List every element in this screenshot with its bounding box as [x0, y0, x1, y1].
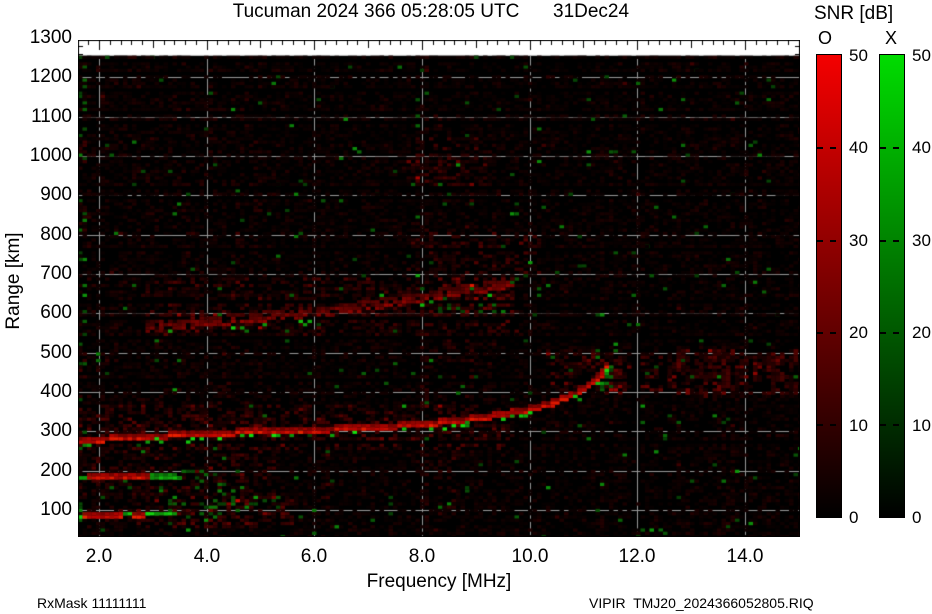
- ionogram-screen: Tucuman 2024 366 05:28:05 UTC 31Dec24 SN…: [0, 0, 932, 614]
- colorbar-x: [879, 54, 905, 518]
- colorbar-tick-mark: [880, 424, 904, 426]
- y-tick-label: 1200: [8, 66, 72, 88]
- colorbar-tick-mark: [817, 147, 841, 149]
- colorbar-tick-mark: [817, 240, 841, 242]
- y-tick-label: 1100: [8, 106, 72, 128]
- y-tick-label: 200: [8, 460, 72, 482]
- page-title: Tucuman 2024 366 05:28:05 UTC: [233, 1, 520, 23]
- ionogram-plot-canvas: [78, 40, 800, 537]
- colorbar-tick-mark: [880, 147, 904, 149]
- y-tick-label: 400: [8, 381, 72, 403]
- y-tick-label: 300: [8, 420, 72, 442]
- colorbar-o-label: O: [818, 28, 832, 49]
- colorbar-x-label: X: [885, 28, 897, 49]
- colorbar-o-tick-label: 30: [849, 231, 883, 251]
- y-tick-label: 900: [8, 184, 72, 206]
- x-tick-label: 2.0: [69, 546, 129, 568]
- colorbar-o-tick-label: 0: [849, 508, 883, 528]
- colorbar-tick-mark: [880, 332, 904, 334]
- x-axis-title: Frequency [MHz]: [367, 571, 512, 593]
- colorbar-o-tick-label: 10: [849, 416, 883, 436]
- x-tick-label: 14.0: [715, 546, 775, 568]
- colorbar-x-tick-label: 0: [912, 508, 932, 528]
- colorbar-o: [816, 54, 842, 518]
- colorbar-x-tick-label: 20: [912, 323, 932, 343]
- y-axis-title: Range [km]: [3, 232, 25, 329]
- y-tick-label: 500: [8, 342, 72, 364]
- colorbar-x-tick-label: 30: [912, 231, 932, 251]
- x-tick-label: 6.0: [284, 546, 344, 568]
- page-date: 31Dec24: [553, 1, 629, 23]
- colorbar-x-tick-label: 40: [912, 138, 932, 158]
- x-tick-label: 8.0: [392, 546, 452, 568]
- x-tick-label: 12.0: [607, 546, 667, 568]
- colorbar-tick-mark: [817, 332, 841, 334]
- y-tick-label: 1300: [8, 27, 72, 49]
- colorbar-x-tick-label: 50: [912, 46, 932, 66]
- colorbar-tick-mark: [817, 424, 841, 426]
- footer-rxmask: RxMask 11111111: [37, 595, 146, 611]
- colorbar-o-tick-label: 50: [849, 46, 883, 66]
- colorbar-title: SNR [dB]: [814, 3, 893, 25]
- x-tick-label: 10.0: [500, 546, 560, 568]
- y-tick-label: 1000: [8, 145, 72, 167]
- y-tick-label: 100: [8, 499, 72, 521]
- footer-filename: VIPIR TMJ20_2024366052805.RIQ: [589, 595, 814, 611]
- colorbar-x-tick-label: 10: [912, 416, 932, 436]
- colorbar-tick-mark: [880, 240, 904, 242]
- colorbar-o-tick-label: 20: [849, 323, 883, 343]
- x-tick-label: 4.0: [177, 546, 237, 568]
- colorbar-o-tick-label: 40: [849, 138, 883, 158]
